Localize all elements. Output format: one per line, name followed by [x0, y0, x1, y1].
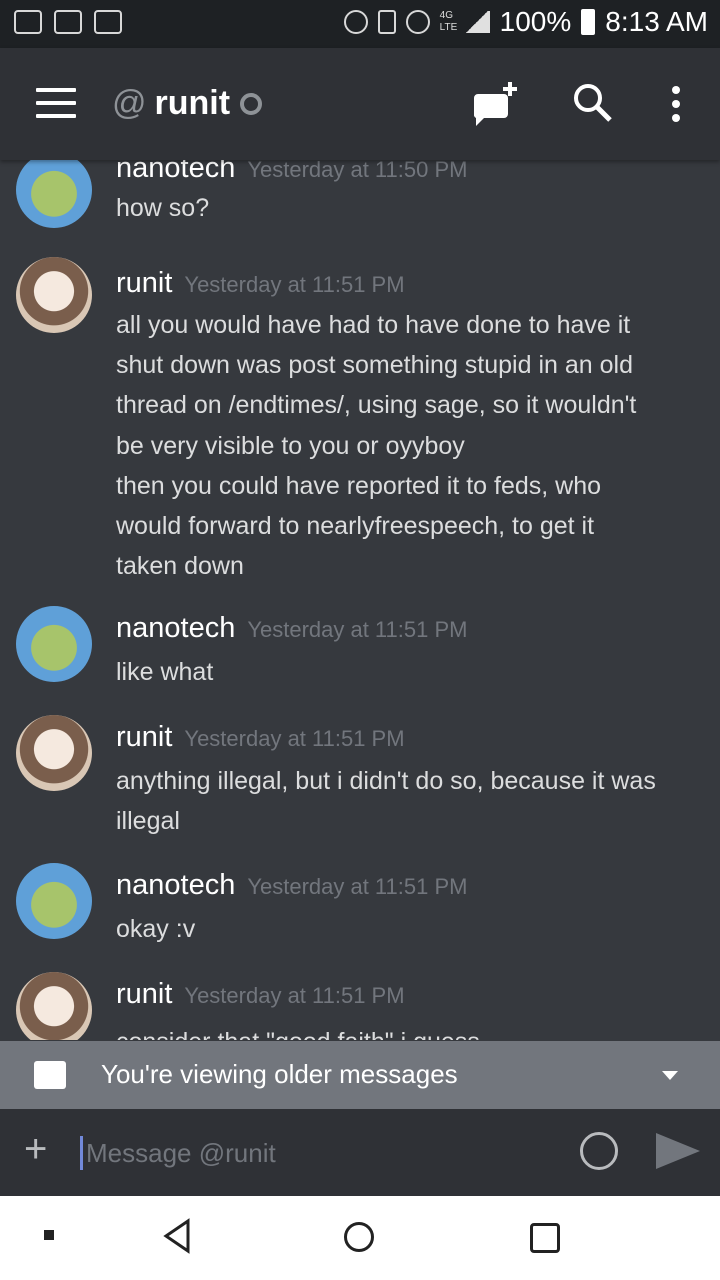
- more-vertical-icon: [672, 86, 680, 122]
- chevron-down-icon[interactable]: [662, 1071, 678, 1080]
- message-content: like what: [116, 658, 214, 686]
- message-timestamp: Yesterday at 11:51 PM: [184, 983, 405, 1008]
- older-messages-text: You're viewing older messages: [101, 1059, 458, 1089]
- message-content: how so?: [116, 194, 210, 222]
- home-icon[interactable]: [344, 1222, 374, 1252]
- more-options-button[interactable]: [656, 80, 704, 128]
- emoji-button[interactable]: [580, 1132, 618, 1170]
- message-input[interactable]: [84, 1131, 558, 1175]
- nanotech-avatar[interactable]: [16, 606, 92, 682]
- runit-avatar[interactable]: [16, 972, 92, 1040]
- menu-icon[interactable]: [36, 88, 76, 118]
- app-bar: @ runit: [0, 48, 720, 160]
- android-nav-bar: [0, 1196, 720, 1280]
- back-icon[interactable]: [162, 1218, 192, 1254]
- new-group-dm-button[interactable]: [470, 80, 518, 128]
- message-timestamp: Yesterday at 11:51 PM: [184, 272, 405, 297]
- status-bar: 4G LTE 100% 8:13 AM: [0, 0, 720, 48]
- message-icon: [34, 1061, 66, 1089]
- nav-indicator-icon: [44, 1230, 54, 1240]
- older-messages-banner[interactable]: You're viewing older messages: [0, 1041, 720, 1109]
- message-content: okay :v: [116, 915, 196, 943]
- at-sign: @: [112, 84, 147, 122]
- battery-percent: 100%: [499, 6, 572, 37]
- message-content: anything illegal, but i didn't do so, be…: [116, 767, 656, 836]
- message-timestamp: Yesterday at 11:51 PM: [184, 726, 405, 751]
- nanotech-avatar[interactable]: [16, 160, 92, 228]
- network-type: 4G LTE: [439, 10, 458, 33]
- message-author[interactable]: runit: [116, 978, 172, 1010]
- voicemail-icon: [54, 10, 82, 34]
- message-author[interactable]: nanotech: [116, 869, 235, 901]
- message-author[interactable]: nanotech: [116, 612, 235, 644]
- channel-title: @ runit: [112, 84, 263, 123]
- message-timestamp: Yesterday at 11:50 PM: [247, 160, 468, 182]
- message-timestamp: Yesterday at 11:51 PM: [247, 874, 468, 899]
- message-author[interactable]: nanotech: [116, 160, 235, 184]
- vibrate-icon: [377, 10, 396, 34]
- battery-icon: [581, 9, 596, 35]
- offline-status-icon: [240, 92, 263, 115]
- message-author[interactable]: runit: [116, 267, 172, 299]
- recent-apps-icon[interactable]: [530, 1223, 560, 1253]
- message-content: all you would have had to have done to h…: [116, 311, 637, 581]
- game-controller-icon: [14, 10, 42, 34]
- signal-icon: [463, 11, 490, 33]
- chat-plus-icon: [473, 82, 517, 126]
- search-icon: [574, 84, 612, 122]
- message-timestamp: Yesterday at 11:51 PM: [247, 617, 468, 642]
- message-content: consider that "good faith" i guess: [116, 1022, 696, 1040]
- clock: 8:13 AM: [605, 6, 708, 37]
- runit-avatar[interactable]: [16, 257, 92, 333]
- message-author[interactable]: runit: [116, 721, 172, 753]
- runit-avatar[interactable]: [16, 715, 92, 791]
- headset-icon: [343, 10, 368, 34]
- text-cursor: [80, 1136, 83, 1170]
- message-list[interactable]: nanotech Yesterday at 11:50 PM how so? ru…: [0, 160, 720, 1040]
- alarm-icon: [405, 10, 430, 34]
- add-attachment-button[interactable]: +: [24, 1127, 47, 1172]
- image-icon: [94, 10, 122, 34]
- message-composer: +: [0, 1109, 720, 1196]
- dm-username: runit: [154, 84, 231, 122]
- nanotech-avatar[interactable]: [16, 863, 92, 939]
- search-button[interactable]: [570, 80, 618, 128]
- send-button[interactable]: [656, 1133, 700, 1169]
